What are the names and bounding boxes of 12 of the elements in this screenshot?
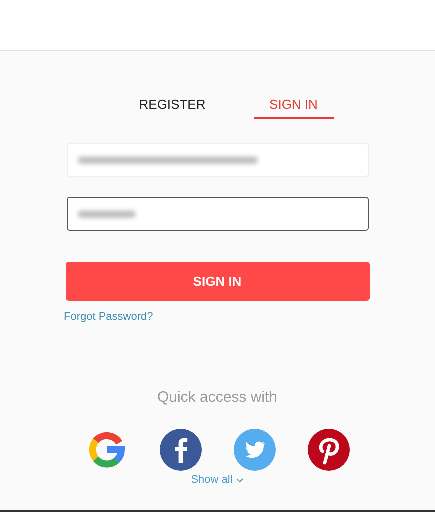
pinterest-logo-icon[interactable] — [308, 429, 350, 471]
blurred-text — [78, 210, 136, 218]
chevron-down-icon — [236, 478, 244, 482]
email-field[interactable] — [66, 143, 368, 177]
facebook-logo-icon[interactable] — [160, 429, 202, 471]
password-field[interactable] — [66, 197, 368, 231]
show-all-link[interactable]: Show all — [191, 474, 244, 486]
tab[interactable]: REGISTER — [125, 95, 220, 119]
sign-in-button[interactable]: SIGN IN — [66, 262, 370, 301]
forgot-password-link[interactable]: Forgot Password? — [64, 311, 154, 323]
quick-access-heading: Quick access with — [157, 389, 278, 406]
tab[interactable]: SIGN IN — [254, 95, 334, 119]
